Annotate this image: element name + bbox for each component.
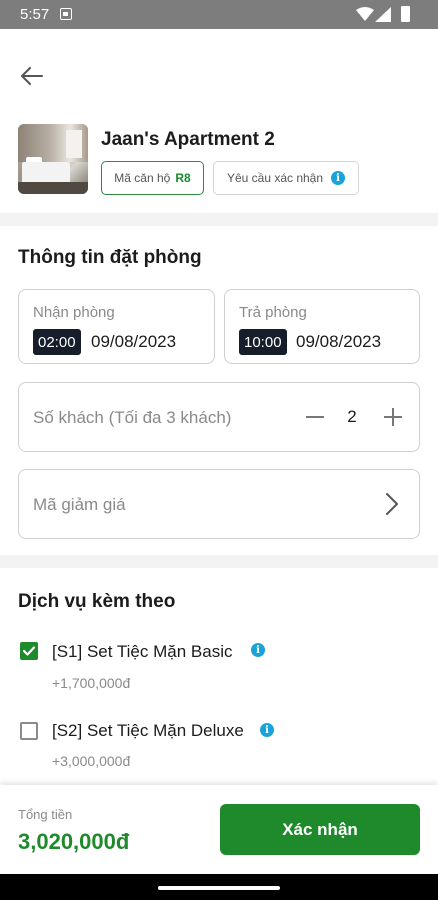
apartment-code-value: R8 (175, 171, 191, 185)
apartment-code-chip: Mã căn hộ R8 (101, 161, 204, 195)
guest-count-value: 2 (347, 407, 357, 426)
info-icon[interactable]: i (331, 171, 346, 185)
back-button[interactable] (14, 60, 50, 92)
plus-icon (384, 408, 402, 426)
service-s2-price: +3,000,000đ (52, 753, 131, 769)
total-value: 3,020,000đ (18, 829, 130, 854)
total-label: Tổng tiền (18, 807, 73, 822)
service-s2-name: [S2] Set Tiệc Mặn Deluxe (52, 721, 244, 740)
checkout-date: 09/08/2023 (296, 332, 382, 351)
confirmation-required-label: Yêu cầu xác nhận (226, 171, 324, 185)
apartment-code-label: Mã căn hộ (114, 171, 171, 185)
status-time: 5:57 (20, 6, 50, 23)
apartment-title: Jaan's Apartment 2 (101, 129, 275, 150)
guest-count-field: Số khách (Tối đa 3 khách) 2 (18, 382, 420, 452)
service-s1-price: +1,700,000đ (52, 675, 131, 691)
section-divider (0, 213, 438, 226)
coupon-label: Mã giảm giá (33, 495, 126, 514)
battery-icon (401, 6, 410, 22)
service-s1-name: [S1] Set Tiệc Mặn Basic (52, 642, 233, 661)
service-s1-info-icon[interactable]: i (251, 643, 265, 657)
checkin-date: 09/08/2023 (91, 332, 177, 351)
section-divider (0, 555, 438, 568)
signal-icon (375, 7, 391, 22)
apartment-thumbnail (18, 124, 88, 194)
checkout-label: Trả phòng (239, 304, 307, 321)
notification-icon (60, 8, 72, 20)
checkout-time: 10:00 (239, 329, 287, 355)
checkin-label: Nhận phòng (33, 304, 115, 321)
minus-icon (306, 416, 324, 418)
coupon-field[interactable]: Mã giảm giá (18, 469, 420, 539)
status-bar: 5:57 (0, 0, 438, 29)
wifi-icon (356, 7, 374, 21)
chevron-right-icon (386, 493, 398, 515)
service-s2-checkbox[interactable] (20, 722, 38, 740)
home-handle[interactable] (158, 886, 280, 890)
booking-info-title: Thông tin đặt phòng (18, 247, 202, 268)
guest-count-label: Số khách (Tối đa 3 khách) (33, 408, 232, 427)
confirm-button[interactable]: Xác nhận (220, 804, 420, 855)
bottom-summary-bar: Tổng tiền 3,020,000đ Xác nhận (0, 785, 438, 874)
arrow-left-icon (21, 67, 43, 85)
increase-guests-button[interactable] (379, 403, 407, 431)
checkout-field[interactable]: Trả phòng 10:00 09/08/2023 (224, 289, 420, 364)
services-title: Dịch vụ kèm theo (18, 591, 176, 612)
confirmation-required-chip: Yêu cầu xác nhận i (213, 161, 359, 195)
decrease-guests-button[interactable] (301, 403, 329, 431)
service-s1-checkbox[interactable] (20, 642, 38, 660)
checkin-field[interactable]: Nhận phòng 02:00 09/08/2023 (18, 289, 215, 364)
checkin-time: 02:00 (33, 329, 81, 355)
system-navigation-bar (0, 874, 438, 900)
checkmark-icon (22, 646, 36, 656)
service-s2-info-icon[interactable]: i (260, 723, 274, 737)
